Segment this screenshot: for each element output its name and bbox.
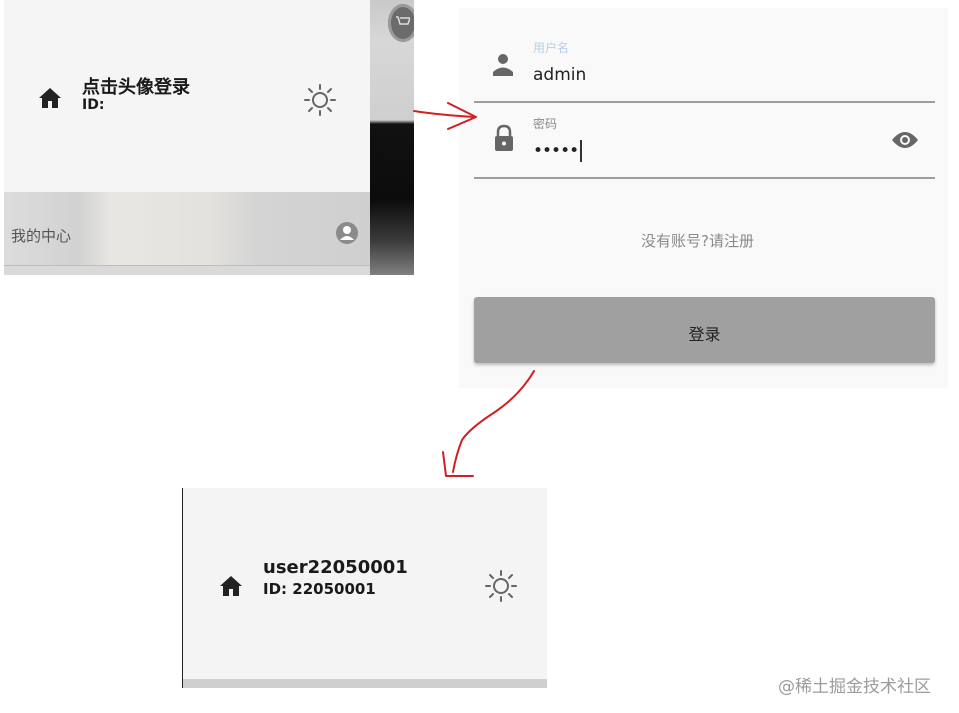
annotation-arrows [413, 102, 535, 477]
arrowhead-to-result [442, 451, 474, 477]
arrow-to-result [452, 370, 535, 473]
watermark: @稀土掘金技术社区 [778, 677, 931, 697]
